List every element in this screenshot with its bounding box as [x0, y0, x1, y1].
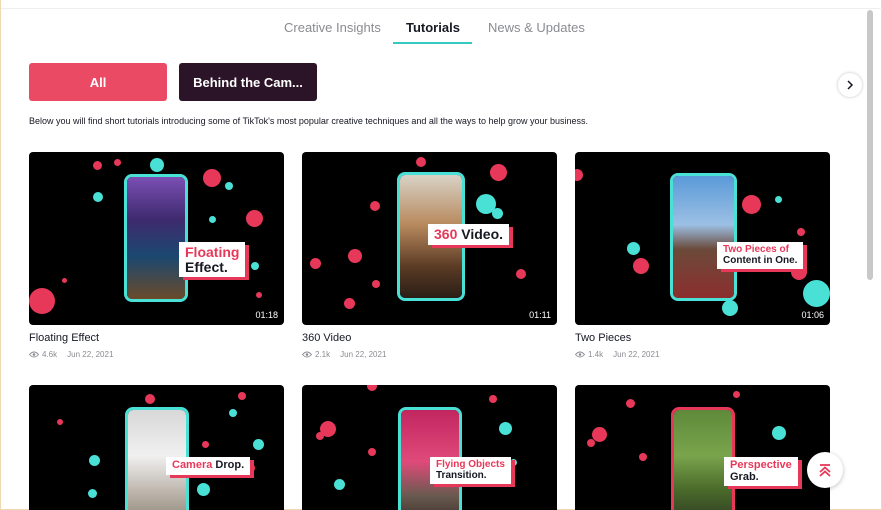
- video-overlay-label: Flying Objects Transition.: [430, 457, 511, 484]
- video-thumbnail[interactable]: Two Pieces of Content in One. 01:06: [575, 152, 830, 325]
- video-overlay-label: Camera Drop.: [166, 457, 251, 475]
- video-overlay-label: 360 Video.: [428, 224, 510, 245]
- filter-all-label: All: [89, 74, 107, 90]
- video-thumbnail[interactable]: Floating Effect. 01:18: [29, 152, 284, 325]
- back-to-top-button[interactable]: [807, 452, 843, 488]
- active-tab-indicator: [393, 42, 472, 44]
- video-duration: 01:11: [529, 310, 551, 320]
- view-count: 4.6k: [42, 350, 58, 359]
- filter-behind-label: Behind the Cam...: [193, 74, 303, 90]
- video-meta: 1.4k Jun 22, 2021: [575, 350, 659, 359]
- chevron-right-icon: [847, 80, 854, 90]
- video-meta: 2.1k Jun 22, 2021: [302, 350, 386, 359]
- tab-creative-insights[interactable]: Creative Insights: [284, 20, 381, 35]
- view-count: 1.4k: [588, 350, 604, 359]
- eye-icon: [302, 351, 312, 358]
- publish-date: Jun 22, 2021: [613, 350, 660, 359]
- scrollbar-thumb[interactable]: [867, 10, 873, 280]
- publish-date: Jun 22, 2021: [67, 350, 114, 359]
- video-thumbnail[interactable]: 360 Video. 01:11: [302, 152, 557, 325]
- top-divider: [1, 8, 882, 9]
- video-title[interactable]: 360 Video: [302, 332, 351, 344]
- tutorials-description: Below you will find short tutorials intr…: [29, 116, 588, 126]
- video-duration: 01:18: [255, 310, 278, 320]
- arrow-up-to-top-icon: [819, 464, 831, 477]
- tab-news-updates[interactable]: News & Updates: [488, 20, 585, 35]
- eye-icon: [29, 351, 39, 358]
- carousel-next-button[interactable]: [838, 73, 862, 97]
- video-title[interactable]: Floating Effect: [29, 332, 99, 344]
- video-overlay-label: Perspective Grab.: [724, 457, 798, 487]
- publish-date: Jun 22, 2021: [340, 350, 387, 359]
- phone-frame: [124, 174, 188, 302]
- eye-icon: [575, 351, 585, 358]
- view-count: 2.1k: [315, 350, 331, 359]
- video-thumbnail[interactable]: Flying Objects Transition.: [302, 385, 557, 510]
- video-duration: 01:06: [801, 310, 824, 320]
- video-title[interactable]: Two Pieces: [575, 332, 631, 344]
- video-meta: 4.6k Jun 22, 2021: [29, 350, 113, 359]
- page-frame: Creative Insights Tutorials News & Updat…: [0, 0, 882, 510]
- tab-tutorials[interactable]: Tutorials: [406, 20, 460, 35]
- video-thumbnail[interactable]: Perspective Grab.: [575, 385, 830, 510]
- video-thumbnail[interactable]: Camera Drop.: [29, 385, 284, 510]
- phone-frame: [670, 173, 737, 301]
- video-overlay-label: Two Pieces of Content in One.: [717, 242, 804, 269]
- filter-behind-the-camera-button[interactable]: Behind the Cam...: [179, 63, 317, 101]
- section-tabs: Creative Insights Tutorials News & Updat…: [1, 14, 863, 44]
- video-overlay-label: Floating Effect.: [179, 242, 246, 278]
- filter-all-button[interactable]: All: [29, 63, 167, 101]
